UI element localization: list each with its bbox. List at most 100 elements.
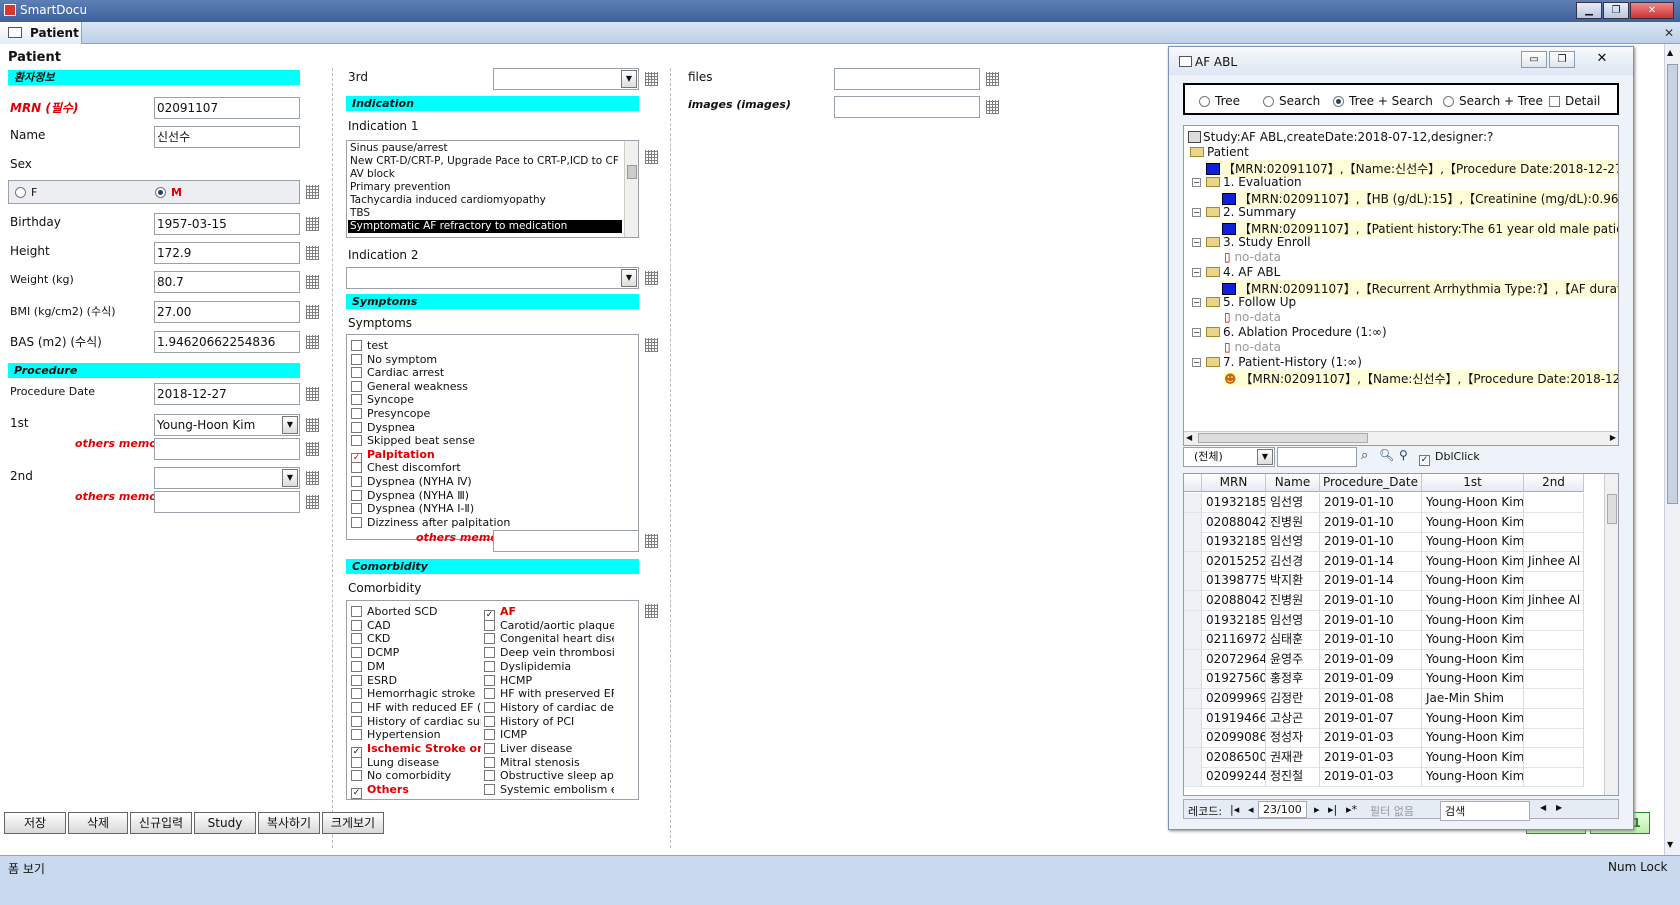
table-cell[interactable] <box>1524 649 1584 670</box>
last-record-button[interactable]: ▸| <box>1328 803 1337 816</box>
new-entry-button[interactable]: 신규입력 <box>130 812 192 834</box>
tree-root[interactable]: Study:AF ABL,createDate:2018-07-12,desig… <box>1188 130 1493 144</box>
table-cell[interactable]: 2019-01-03 <box>1320 747 1422 768</box>
table-cell[interactable] <box>1524 728 1584 749</box>
name-field[interactable]: 신선수 <box>154 126 300 148</box>
table-cell[interactable] <box>1524 493 1584 513</box>
table-cell[interactable]: Young-Hoon Kim <box>1422 532 1524 553</box>
tree-node-evaluation[interactable]: 1. Evaluation <box>1206 175 1302 189</box>
comorbidity-checkbox[interactable]: Obstructive sleep apnea <box>484 769 614 782</box>
table-cell[interactable]: 정성자 <box>1266 728 1320 749</box>
comorbidity-checkbox[interactable]: Congenital heart disease <box>484 632 614 645</box>
detail-checkbox[interactable]: Detail <box>1549 94 1600 108</box>
images-field[interactable] <box>834 96 980 118</box>
row-selector[interactable] <box>1184 532 1202 553</box>
comorbidity-checkbox[interactable]: History of cardiac surge <box>351 715 481 728</box>
table-cell[interactable]: Young-Hoon Kim <box>1422 767 1524 788</box>
table-cell[interactable] <box>1524 532 1584 553</box>
column-header[interactable]: 2nd <box>1524 474 1584 492</box>
table-cell[interactable]: 2019-01-10 <box>1320 630 1422 651</box>
files-field[interactable] <box>834 68 980 90</box>
comorbidity-checkbox[interactable]: ✓ Others <box>351 783 481 799</box>
popup-close-button[interactable]: ✕ <box>1589 51 1615 68</box>
collapse-icon[interactable]: − <box>1192 178 1201 187</box>
grid-icon[interactable] <box>306 335 319 349</box>
row-selector[interactable] <box>1184 689 1202 709</box>
chevron-down-icon[interactable]: ▼ <box>621 269 637 287</box>
table-cell[interactable]: Young-Hoon Kim <box>1422 669 1524 690</box>
table-cell[interactable]: Jinhee Al <box>1524 551 1584 572</box>
table-cell[interactable]: 고상곤 <box>1266 708 1320 729</box>
zoom-button[interactable]: 크게보기 <box>322 812 384 834</box>
tree-node-ablation-procedure[interactable]: 6. Ablation Procedure (1:∞) <box>1206 325 1387 339</box>
prev-record-button[interactable]: ◂ <box>1248 803 1254 816</box>
table-cell[interactable]: 김선경 <box>1266 551 1320 572</box>
scroll-down-icon[interactable]: ▼ <box>1667 840 1673 849</box>
indication1-option[interactable]: TBS <box>348 207 622 220</box>
table-cell[interactable] <box>1524 512 1584 533</box>
comorbidity-checkbox[interactable]: Hemorrhagic stroke <box>351 687 481 700</box>
comorbidity-checkbox[interactable]: HCMP <box>484 674 614 687</box>
record-position-field[interactable]: 23/100 <box>1258 801 1307 818</box>
grid-icon[interactable] <box>306 305 319 319</box>
grid-icon[interactable] <box>306 387 319 401</box>
row-selector[interactable] <box>1184 493 1202 513</box>
next-record-button[interactable]: ▸ <box>1314 803 1320 816</box>
table-cell[interactable]: 2019-01-03 <box>1320 728 1422 749</box>
table-cell[interactable]: 01919466 <box>1202 708 1266 729</box>
indication1-option[interactable]: Sinus pause/arrest <box>348 142 622 155</box>
table-cell[interactable]: 02099969 <box>1202 689 1266 709</box>
table-cell[interactable]: 2019-01-14 <box>1320 551 1422 572</box>
table-cell[interactable]: 2019-01-10 <box>1320 493 1422 513</box>
scroll-right-icon[interactable]: ▶ <box>1610 433 1616 442</box>
tree-node-study-enroll[interactable]: 3. Study Enroll <box>1206 235 1311 249</box>
height-field[interactable]: 172.9 <box>154 242 300 264</box>
table-cell[interactable]: 02086500 <box>1202 747 1266 768</box>
table-cell[interactable]: 윤영주 <box>1266 649 1320 670</box>
chevron-down-icon[interactable]: ▼ <box>282 416 298 434</box>
comorbidity-checkbox[interactable]: Deep vein thrombosis <box>484 646 614 659</box>
symptom-checkbox[interactable]: test <box>351 339 388 352</box>
grid-icon[interactable] <box>645 271 658 285</box>
comorbidity-checkbox[interactable]: Liver disease <box>484 742 614 755</box>
comorbidity-checkbox[interactable]: HF with preserved EF (>5 <box>484 687 614 700</box>
scroll-thumb[interactable] <box>1667 64 1678 504</box>
scroll-left-icon[interactable]: ◀ <box>1540 803 1546 812</box>
indication1-listbox[interactable]: Sinus pause/arrest New CRT-D/CRT-P, Upgra… <box>346 140 639 238</box>
mode-tree-radio[interactable]: Tree <box>1199 94 1240 108</box>
row-selector[interactable] <box>1184 747 1202 768</box>
comorbidity-checkbox[interactable]: Mitral stenosis <box>484 756 614 769</box>
dblclick-checkbox[interactable]: ✓ DblClick <box>1419 450 1480 466</box>
row-selector[interactable] <box>1184 512 1202 533</box>
close-tab-icon[interactable]: ✕ <box>1664 26 1674 40</box>
mode-search-tree-radio[interactable]: Search + Tree <box>1443 94 1543 108</box>
table-cell[interactable]: Young-Hoon Kim <box>1422 747 1524 768</box>
table-cell[interactable]: Young-Hoon Kim <box>1422 493 1524 513</box>
comorbidity-checkbox[interactable]: DCMP <box>351 646 481 659</box>
third-operator-select[interactable]: ▼ <box>493 68 639 90</box>
grid-icon[interactable] <box>986 100 999 114</box>
table-cell[interactable]: Young-Hoon Kim <box>1422 649 1524 670</box>
grid-icon[interactable] <box>306 275 319 289</box>
bmi-field[interactable]: 27.00 <box>154 301 300 323</box>
table-cell[interactable] <box>1524 747 1584 768</box>
new-record-button[interactable]: ▸* <box>1346 803 1357 816</box>
table-cell[interactable]: Young-Hoon Kim <box>1422 571 1524 592</box>
symptom-checkbox[interactable]: No symptom <box>351 353 437 366</box>
table-cell[interactable]: 02088042 <box>1202 591 1266 611</box>
table-cell[interactable]: 임선영 <box>1266 493 1320 513</box>
comorbidity-checkbox[interactable]: Aborted SCD <box>351 605 481 618</box>
filter-input[interactable] <box>1277 447 1357 467</box>
chevron-down-icon[interactable]: ▼ <box>1257 449 1273 465</box>
table-cell[interactable] <box>1524 571 1584 592</box>
second-operator-select[interactable]: ▼ <box>154 467 300 489</box>
filter-select[interactable]: (전체) ▼ <box>1183 447 1275 467</box>
indication2-select[interactable]: ▼ <box>346 267 639 289</box>
sex-m-radio[interactable]: M <box>155 186 182 199</box>
minimize-button[interactable]: ▁ <box>1576 2 1602 19</box>
table-cell[interactable]: Jinhee Al <box>1524 591 1584 611</box>
symptom-checkbox[interactable]: Dizziness after palpitation <box>351 516 510 529</box>
table-cell[interactable]: 권재관 <box>1266 747 1320 768</box>
row-selector[interactable] <box>1184 591 1202 611</box>
row-selector[interactable] <box>1184 728 1202 749</box>
